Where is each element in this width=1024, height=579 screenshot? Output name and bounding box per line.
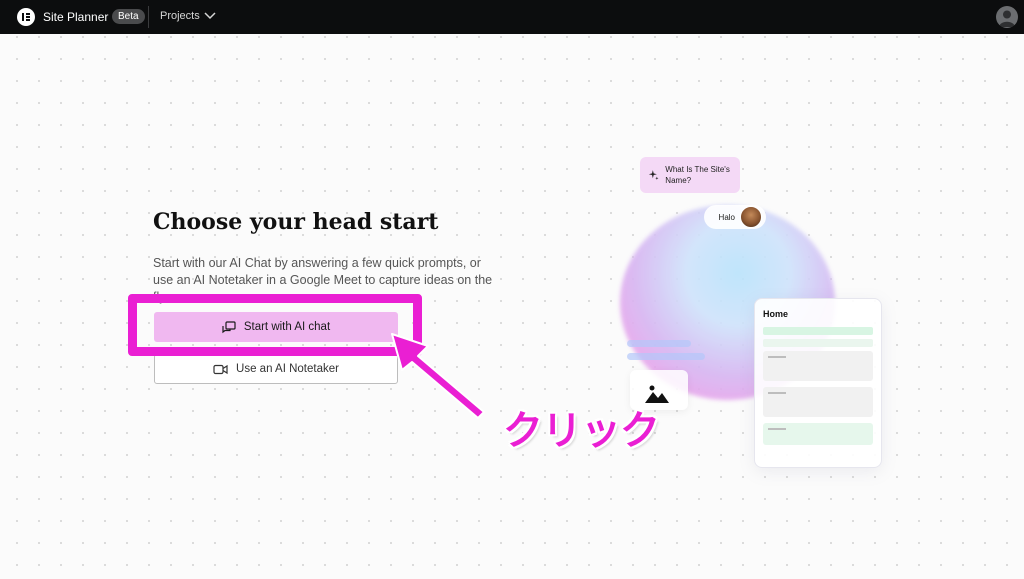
annotation-arrow-icon [391, 333, 485, 419]
illustration-text-lines [627, 340, 705, 366]
projects-dropdown[interactable]: Projects [160, 10, 216, 22]
illustration-avatar [740, 206, 762, 228]
video-camera-icon [213, 364, 228, 374]
home-card-row [763, 351, 873, 381]
use-ai-notetaker-button[interactable]: Use an AI Notetaker [154, 354, 398, 384]
page-title: Choose your head start [153, 209, 439, 235]
illustration-home-card: Home [754, 298, 882, 468]
annotation-click-label: クリック [503, 408, 660, 454]
topbar-divider [148, 6, 149, 28]
home-card-title: Home [763, 309, 789, 319]
projects-label: Projects [160, 10, 200, 22]
chevron-down-icon [204, 12, 216, 20]
use-ai-notetaker-label: Use an AI Notetaker [236, 363, 339, 375]
illustration-reply-name: Halo [718, 212, 735, 222]
app-title: Site Planner [43, 10, 109, 24]
elementor-logo-icon[interactable] [17, 8, 35, 26]
illustration-chat-question: What Is The Site's Name? [665, 165, 730, 185]
home-card-bar [763, 327, 873, 335]
sparkle-icon [648, 170, 659, 180]
home-card-bar [763, 339, 873, 347]
top-navigation-bar: Site Planner Beta Projects [0, 0, 1024, 34]
user-silhouette-icon [999, 10, 1015, 27]
illustration-reply: Halo [704, 205, 766, 229]
page-description: Start with our AI Chat by answering a fe… [153, 256, 493, 304]
chat-icon [222, 320, 236, 333]
start-with-ai-chat-label: Start with AI chat [243, 321, 331, 333]
user-avatar-icon[interactable] [996, 6, 1018, 28]
beta-badge: Beta [112, 9, 145, 24]
home-card-row [763, 387, 873, 417]
start-with-ai-chat-button[interactable]: Start with AI chat [154, 312, 398, 342]
home-card-row [763, 423, 873, 445]
illustration-chat-bubble: What Is The Site's Name? [640, 157, 740, 193]
